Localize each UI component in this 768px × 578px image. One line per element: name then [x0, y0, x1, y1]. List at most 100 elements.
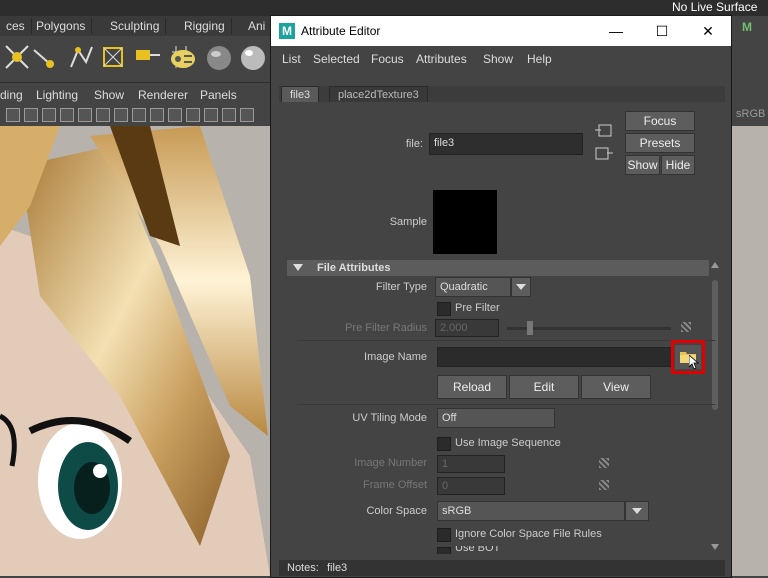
smooth-shade-icon[interactable] [222, 108, 236, 122]
view-button[interactable]: View [581, 375, 651, 399]
close-button[interactable]: ✕ [685, 16, 731, 46]
shelf-tab-rigging[interactable]: Rigging [178, 18, 232, 34]
pre-filter-label: Pre Filter [455, 302, 500, 314]
pre-filter-radius-slider-handle[interactable] [527, 321, 533, 335]
filter-type-dropdown[interactable]: Quadratic [435, 277, 511, 297]
skin-bind-icon[interactable] [168, 44, 198, 74]
image-number-label: Image Number [354, 457, 427, 469]
pre-filter-radius-label: Pre Filter Radius [345, 322, 427, 334]
wireframe-icon[interactable] [204, 108, 218, 122]
uv-tiling-mode-dropdown[interactable]: Off [437, 408, 555, 428]
panel-menu-lighting[interactable]: Lighting [36, 88, 78, 102]
resolution-gate-icon[interactable] [114, 108, 128, 122]
channel-box-m-icon[interactable]: M [742, 20, 752, 34]
shelf-tab-curves[interactable]: ces [0, 18, 32, 34]
attributes-scrollbar[interactable] [709, 260, 721, 554]
scroll-down-icon[interactable] [711, 544, 719, 550]
menu-attributes[interactable]: Attributes [416, 52, 467, 66]
camera-attributes-icon[interactable] [24, 108, 38, 122]
cluster-icon[interactable] [132, 42, 162, 72]
focus-button[interactable]: Focus [625, 111, 695, 131]
frame-offset-field[interactable]: 0 [437, 477, 505, 495]
panel-menu-renderer[interactable]: Renderer [138, 88, 188, 102]
safe-action-icon[interactable] [168, 108, 182, 122]
menu-show[interactable]: Show [483, 52, 513, 66]
collapse-arrow-icon[interactable] [293, 264, 303, 272]
gate-mask-icon[interactable] [132, 108, 146, 122]
minimize-button[interactable]: — [593, 16, 639, 46]
dropdown-arrow-icon [632, 508, 642, 514]
attribute-editor-window: M Attribute Editor — ☐ ✕ List Selected F… [270, 15, 732, 578]
menu-focus[interactable]: Focus [371, 52, 404, 66]
frame-offset-label: Frame Offset [363, 479, 427, 491]
color-space-dropdown[interactable]: sRGB [437, 501, 625, 521]
frame-offset-map-icon[interactable] [599, 480, 609, 490]
use-image-sequence-checkbox[interactable] [437, 437, 451, 451]
highlight-annotation-box [671, 340, 705, 374]
shelf-tab-polygons[interactable]: Polygons [30, 18, 93, 34]
maya-top-strip: No Live Surface [0, 0, 768, 16]
output-connection-icon[interactable] [595, 147, 613, 161]
grid-toggle-icon[interactable] [78, 108, 92, 122]
color-space-dropdown-button[interactable] [625, 501, 649, 521]
select-camera-icon[interactable] [6, 108, 20, 122]
presets-button[interactable]: Presets [625, 133, 695, 153]
section-title: File Attributes [317, 262, 391, 274]
separator [297, 340, 715, 341]
maximize-button[interactable]: ☐ [639, 16, 685, 46]
show-button[interactable]: Show [625, 155, 660, 175]
input-connection-icon[interactable] [595, 124, 613, 138]
hide-button[interactable]: Hide [661, 155, 695, 175]
joint-tool-icon[interactable] [2, 42, 32, 72]
map-button-icon[interactable] [681, 322, 691, 332]
ik-handle-icon[interactable] [30, 42, 60, 72]
live-surface-label: No Live Surface [672, 0, 758, 14]
panel-menu-show[interactable]: Show [94, 88, 124, 102]
shelf-tab-sculpting[interactable]: Sculpting [104, 18, 167, 34]
field-chart-icon[interactable] [150, 108, 164, 122]
notes-label: Notes: [287, 562, 319, 574]
ik-spline-icon[interactable] [66, 42, 96, 72]
dropdown-arrow-icon [516, 284, 526, 290]
filter-type-dropdown-button[interactable] [511, 277, 531, 297]
menu-selected[interactable]: Selected [313, 52, 360, 66]
file-attributes-section-header[interactable]: File Attributes [287, 260, 715, 276]
notes-bar: Notes: file3 [279, 560, 725, 576]
ae-titlebar[interactable]: M Attribute Editor — ☐ ✕ [271, 16, 731, 46]
viewport-colorspace-label: sRGB [736, 108, 766, 120]
edit-button[interactable]: Edit [509, 375, 579, 399]
menu-help[interactable]: Help [527, 52, 552, 66]
bookmarks-icon[interactable] [42, 108, 56, 122]
reload-button[interactable]: Reload [437, 375, 507, 399]
image-plane-icon[interactable] [60, 108, 74, 122]
pre-filter-checkbox[interactable] [437, 302, 451, 316]
panel-menu-shading[interactable]: ding [0, 88, 23, 102]
file-node-name-field[interactable]: file3 [429, 133, 583, 155]
ignore-color-space-rules-checkbox[interactable] [437, 528, 451, 542]
safe-title-icon[interactable] [186, 108, 200, 122]
pre-filter-radius-field[interactable]: 2.000 [435, 319, 499, 337]
scrollbar-thumb[interactable] [712, 280, 718, 410]
image-number-field[interactable]: 1 [437, 455, 505, 473]
sphere-grey-icon[interactable] [204, 42, 234, 72]
use-bot-checkbox[interactable] [437, 547, 451, 554]
file-node-label: file: [405, 138, 423, 150]
image-number-map-icon[interactable] [599, 458, 609, 468]
scroll-up-icon[interactable] [711, 262, 719, 268]
use-bot-label: Use BOT [455, 546, 501, 554]
textured-icon[interactable] [240, 108, 254, 122]
ae-body: file: file3 Focus Presets Show Hide Samp… [279, 102, 725, 562]
notes-value[interactable]: file3 [327, 560, 347, 576]
locator-icon[interactable] [98, 42, 128, 72]
image-name-field[interactable] [437, 347, 673, 367]
use-image-sequence-label: Use Image Sequence [455, 437, 561, 449]
maya-logo-icon: M [279, 23, 295, 39]
sample-swatch [433, 190, 497, 254]
sphere-white-icon[interactable] [238, 42, 268, 72]
panel-menu-panels[interactable]: Panels [200, 88, 237, 102]
image-name-label: Image Name [364, 351, 427, 363]
shelf-tab-animation[interactable]: Ani [242, 18, 273, 34]
film-gate-icon[interactable] [96, 108, 110, 122]
sample-label: Sample [389, 216, 427, 228]
menu-list[interactable]: List [282, 52, 301, 66]
